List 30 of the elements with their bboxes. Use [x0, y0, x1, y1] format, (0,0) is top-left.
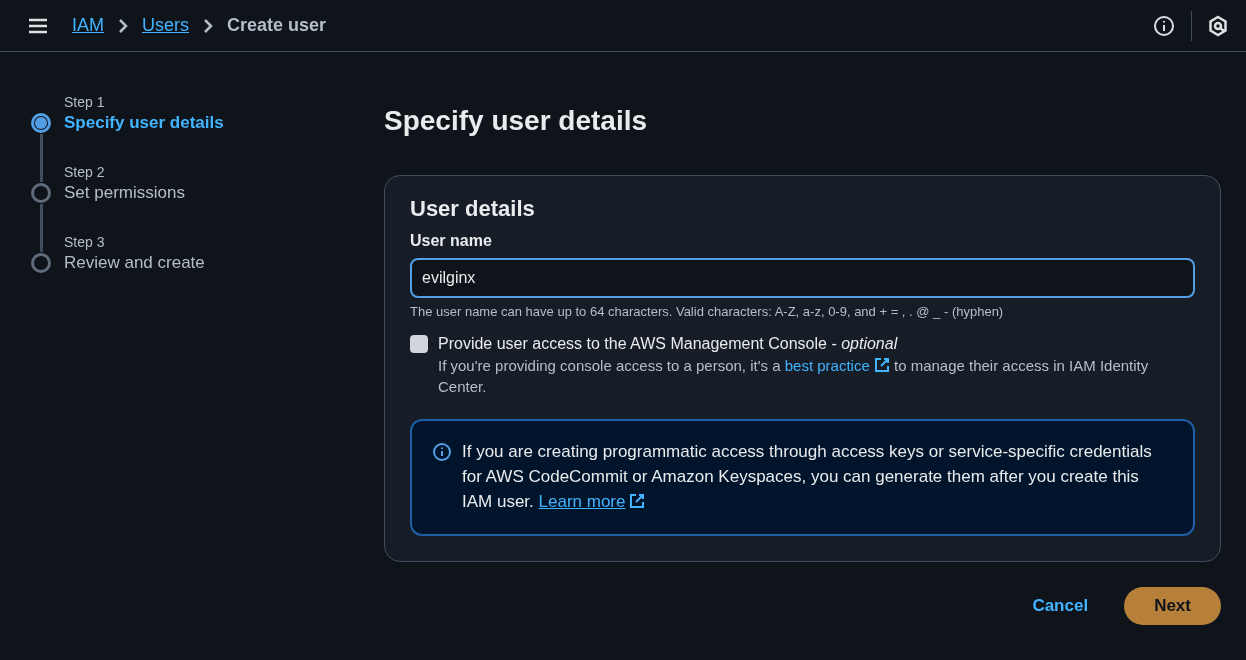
info-icon[interactable]: [1153, 14, 1175, 37]
step-title[interactable]: Set permissions: [64, 182, 384, 204]
panel-title: User details: [410, 196, 536, 222]
step-number: Step 2: [64, 163, 106, 182]
learn-more-link[interactable]: Learn more: [538, 492, 646, 511]
breadcrumb-link[interactable]: Users: [142, 15, 190, 36]
checkbox-label: Provide user access to the AWS Management Console - optional: [438, 334, 899, 354]
hexagon-icon[interactable]: [1208, 14, 1228, 37]
user-name-field[interactable]: evilginx: [410, 258, 1195, 298]
step-number: Step 1: [64, 93, 106, 112]
step-title[interactable]: Review and create: [64, 252, 384, 274]
field-label: User name: [410, 232, 493, 250]
breadcrumb-link[interactable]: IAM: [72, 15, 104, 36]
info-text: If you are creating programmatic access through access keys or service-specific credentials for AWS CodeCommit or Amazon Keyspaces, you can generate them after you create this IAM user. Learn more: [462, 441, 1153, 513]
checkbox[interactable]: [410, 335, 428, 353]
page-title: Specify user details: [384, 104, 648, 138]
cancel-button[interactable]: Cancel: [1032, 596, 1089, 616]
checkbox-description: If you're providing console access to a person, it's a best practice to manage their access in IAM Identity Center.: [438, 356, 1150, 397]
breadcrumb-current: Create user: [227, 15, 327, 36]
next-button[interactable]: Next: [1124, 587, 1221, 625]
step-title[interactable]: Specify user details: [64, 112, 384, 134]
external-link-icon: [873, 357, 890, 373]
chevron-icon: [118, 17, 128, 34]
field-hint: The user name can have up to 64 characters. Valid characters: A-Z, a-z, 0-9, and + = , . @ _ - (hyphen): [410, 304, 1005, 319]
info-icon: [432, 442, 452, 462]
chevron-icon: [203, 17, 214, 34]
best-practice-link[interactable]: best practice: [784, 357, 890, 374]
menu-icon[interactable]: [28, 17, 48, 34]
step-number: Step 3: [64, 233, 106, 252]
external-link-icon: [629, 493, 646, 509]
